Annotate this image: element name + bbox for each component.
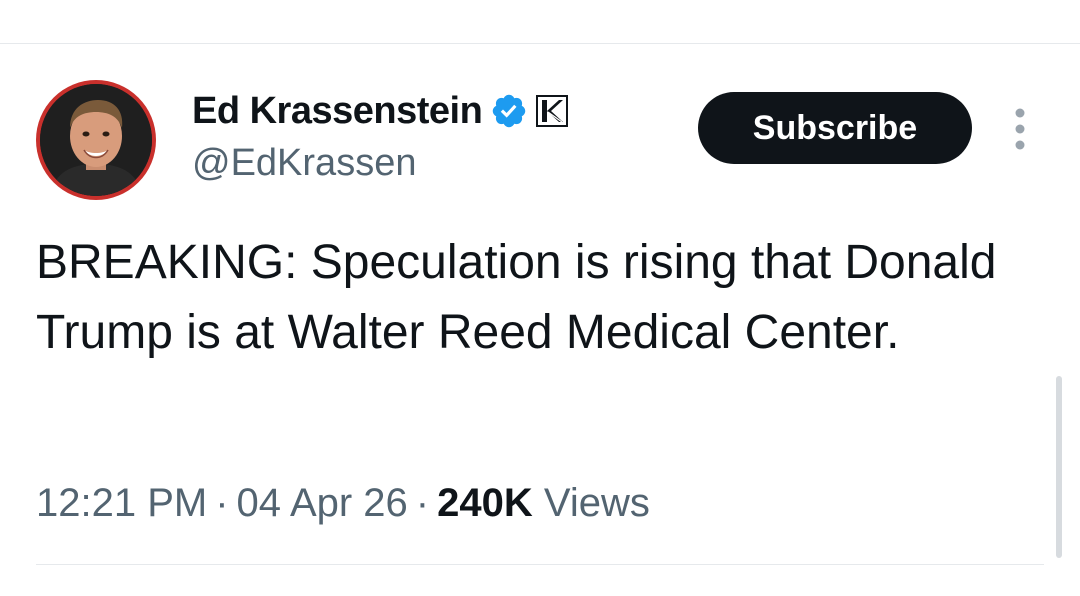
- tweet-date[interactable]: 04 Apr 26: [237, 481, 408, 525]
- verified-badge-icon[interactable]: [490, 92, 528, 130]
- meta-separator: ·: [415, 481, 430, 525]
- views-count: 240K: [437, 481, 533, 525]
- meta-separator: ·: [215, 481, 229, 525]
- more-options-icon[interactable]: [1008, 106, 1032, 152]
- tweet-time[interactable]: 12:21 PM: [36, 481, 207, 525]
- top-divider: [0, 43, 1080, 44]
- name-row: Ed Krassenstein: [192, 86, 569, 136]
- author-name[interactable]: Ed Krassenstein: [192, 90, 483, 133]
- avatar-portrait-icon: [40, 84, 152, 196]
- scrollbar[interactable]: [1056, 376, 1062, 558]
- subscribe-button[interactable]: Subscribe: [698, 92, 972, 164]
- avatar[interactable]: [36, 80, 156, 200]
- views-label: Views: [543, 481, 650, 525]
- tweet-text: BREAKING: Speculation is rising that Don…: [36, 236, 997, 359]
- bottom-divider: [36, 564, 1044, 565]
- avatar-photo: [40, 84, 152, 196]
- author-handle[interactable]: @EdKrassen: [192, 142, 568, 185]
- tweet-meta: 12:21 PM · 04 Apr 26 · 240K Views: [36, 478, 650, 528]
- author-block: Ed Krassenstein @EdKrassen: [192, 86, 569, 185]
- k-badge-icon[interactable]: [536, 95, 569, 127]
